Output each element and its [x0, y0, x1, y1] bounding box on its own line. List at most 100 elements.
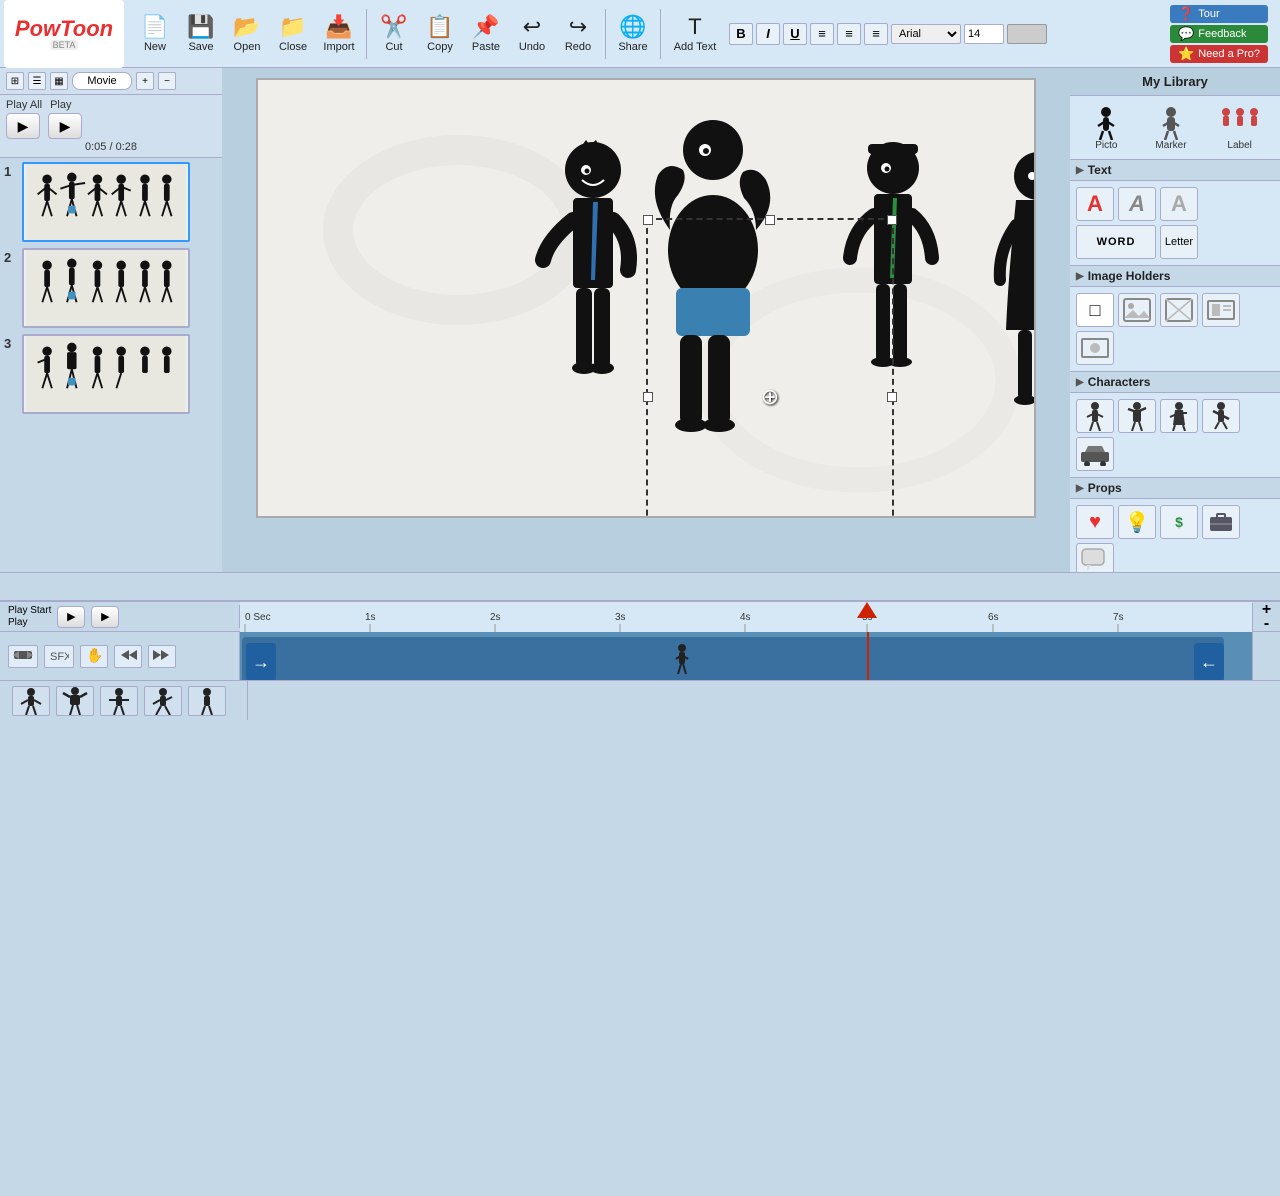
- share-label: Share: [618, 41, 647, 53]
- close-icon: 📁: [279, 14, 306, 40]
- bold-button[interactable]: B: [729, 23, 753, 45]
- import-button[interactable]: 📥 Import: [316, 4, 362, 64]
- text-arrow: ▶: [1076, 165, 1084, 176]
- text-item-2[interactable]: A: [1118, 187, 1156, 221]
- movie-type-input[interactable]: [72, 72, 132, 90]
- svg-text:2s: 2s: [490, 612, 501, 623]
- tour-button[interactable]: ❓ Tour: [1170, 5, 1268, 23]
- slide-item-2[interactable]: 2: [4, 248, 218, 328]
- track-exit-arrow[interactable]: ←: [1194, 643, 1224, 680]
- text-item-3[interactable]: A: [1160, 187, 1198, 221]
- text-item-1[interactable]: A: [1076, 187, 1114, 221]
- svg-text:0 Sec: 0 Sec: [245, 612, 271, 623]
- hand-button[interactable]: ✋: [80, 645, 108, 668]
- slide-num-3: 3: [4, 334, 18, 351]
- holder-5[interactable]: [1076, 331, 1114, 365]
- slide-item-3[interactable]: 3: [4, 334, 218, 414]
- section-characters[interactable]: ▶ Characters: [1070, 372, 1280, 393]
- need-pro-button[interactable]: ⭐ Need a Pro?: [1170, 45, 1268, 63]
- play-bottom-button[interactable]: ▶: [91, 606, 119, 628]
- tab-picto[interactable]: Picto: [1082, 102, 1130, 153]
- share-icon: 🌐: [619, 14, 646, 40]
- text-items: A A A WORD Letter: [1070, 181, 1280, 266]
- prop-heart[interactable]: ♥: [1076, 505, 1114, 539]
- text-item-letter[interactable]: Letter: [1160, 225, 1198, 259]
- tab-marker[interactable]: Marker: [1147, 102, 1195, 153]
- play-all-button[interactable]: ▶: [6, 113, 40, 139]
- char-car[interactable]: [1076, 437, 1114, 471]
- add-slide-button[interactable]: +: [136, 72, 154, 90]
- cut-icon: ✂️: [380, 14, 407, 40]
- enter-button[interactable]: [114, 645, 142, 668]
- share-button[interactable]: 🌐 Share: [610, 4, 656, 64]
- char-3[interactable]: [1160, 399, 1198, 433]
- grid-view-button[interactable]: ⊞: [6, 72, 24, 90]
- new-label: New: [144, 41, 166, 53]
- align-left-button[interactable]: ≡: [810, 23, 834, 45]
- undo-button[interactable]: ↩ Undo: [509, 4, 555, 64]
- holder-2[interactable]: [1118, 293, 1156, 327]
- redo-label: Redo: [565, 41, 591, 53]
- undo-icon: ↩: [523, 14, 541, 40]
- sfx-button[interactable]: SFX: [44, 645, 74, 668]
- anim-char-1[interactable]: [12, 686, 50, 716]
- feedback-button[interactable]: 💬 Feedback: [1170, 25, 1268, 43]
- font-family-select[interactable]: Arial: [891, 24, 961, 44]
- image-holders-label: Image Holders: [1088, 269, 1171, 283]
- prop-speech[interactable]: [1076, 543, 1114, 572]
- tab-label[interactable]: Label: [1212, 102, 1268, 153]
- zoom-out-button[interactable]: -: [1264, 617, 1269, 631]
- play-button-top[interactable]: ▶: [48, 113, 82, 139]
- anim-char-5[interactable]: [188, 686, 226, 716]
- font-size-input[interactable]: [964, 24, 1004, 44]
- section-image-holders[interactable]: ▶ Image Holders: [1070, 266, 1280, 287]
- logo: PowToon BETA: [4, 0, 124, 68]
- library-title: My Library: [1070, 68, 1280, 96]
- align-right-button[interactable]: ≡: [864, 23, 888, 45]
- anim-char-4[interactable]: [144, 686, 182, 716]
- close-button[interactable]: 📁 Close: [270, 4, 316, 64]
- char-1[interactable]: [1076, 399, 1114, 433]
- char-2[interactable]: [1118, 399, 1156, 433]
- align-center-button[interactable]: ≡: [837, 23, 861, 45]
- paste-button[interactable]: 📌 Paste: [463, 4, 509, 64]
- remove-slide-button[interactable]: −: [158, 72, 176, 90]
- holder-4[interactable]: [1202, 293, 1240, 327]
- prop-money[interactable]: $: [1160, 505, 1198, 539]
- anim-char-3[interactable]: [100, 686, 138, 716]
- add-text-button[interactable]: T Add Text: [665, 4, 725, 64]
- need-pro-icon: ⭐: [1178, 46, 1194, 62]
- main-canvas[interactable]: CREATED USING PowToon ⊕: [256, 78, 1036, 518]
- cut-label: Cut: [385, 41, 402, 53]
- char-4[interactable]: [1202, 399, 1240, 433]
- prop-briefcase[interactable]: [1202, 505, 1240, 539]
- slide-thumb-3[interactable]: [22, 334, 190, 414]
- filmstrip-view-button[interactable]: ▦: [50, 72, 68, 90]
- exit-button[interactable]: [148, 645, 176, 668]
- section-props[interactable]: ▶ Props: [1070, 478, 1280, 499]
- new-button[interactable]: 📄 New: [132, 4, 178, 64]
- section-text[interactable]: ▶ Text: [1070, 160, 1280, 181]
- cut-button[interactable]: ✂️ Cut: [371, 4, 417, 64]
- flip-button[interactable]: [8, 645, 38, 668]
- save-button[interactable]: 💾 Save: [178, 4, 224, 64]
- redo-button[interactable]: ↪ Redo: [555, 4, 601, 64]
- timeline-ruler-row: Play Start Play ▶ ▶ 0 Sec 1s 2s 3s 4s 5s: [0, 602, 1280, 632]
- play-all-bottom-button[interactable]: ▶: [57, 606, 85, 628]
- save-label: Save: [188, 41, 213, 53]
- text-item-word[interactable]: WORD: [1076, 225, 1156, 259]
- color-swatch[interactable]: [1007, 24, 1047, 44]
- list-view-button[interactable]: ☰: [28, 72, 46, 90]
- underline-button[interactable]: U: [783, 23, 807, 45]
- prop-bulb[interactable]: 💡: [1118, 505, 1156, 539]
- anim-char-2[interactable]: [56, 686, 94, 716]
- slide-thumb-1[interactable]: [22, 162, 190, 242]
- slide-thumb-2[interactable]: [22, 248, 190, 328]
- slide-item-1[interactable]: 1: [4, 162, 218, 242]
- italic-button[interactable]: I: [756, 23, 780, 45]
- holder-1[interactable]: □: [1076, 293, 1114, 327]
- open-button[interactable]: 📂 Open: [224, 4, 270, 64]
- copy-button[interactable]: 📋 Copy: [417, 4, 463, 64]
- holder-3[interactable]: [1160, 293, 1198, 327]
- track-enter-arrow[interactable]: →: [246, 643, 276, 680]
